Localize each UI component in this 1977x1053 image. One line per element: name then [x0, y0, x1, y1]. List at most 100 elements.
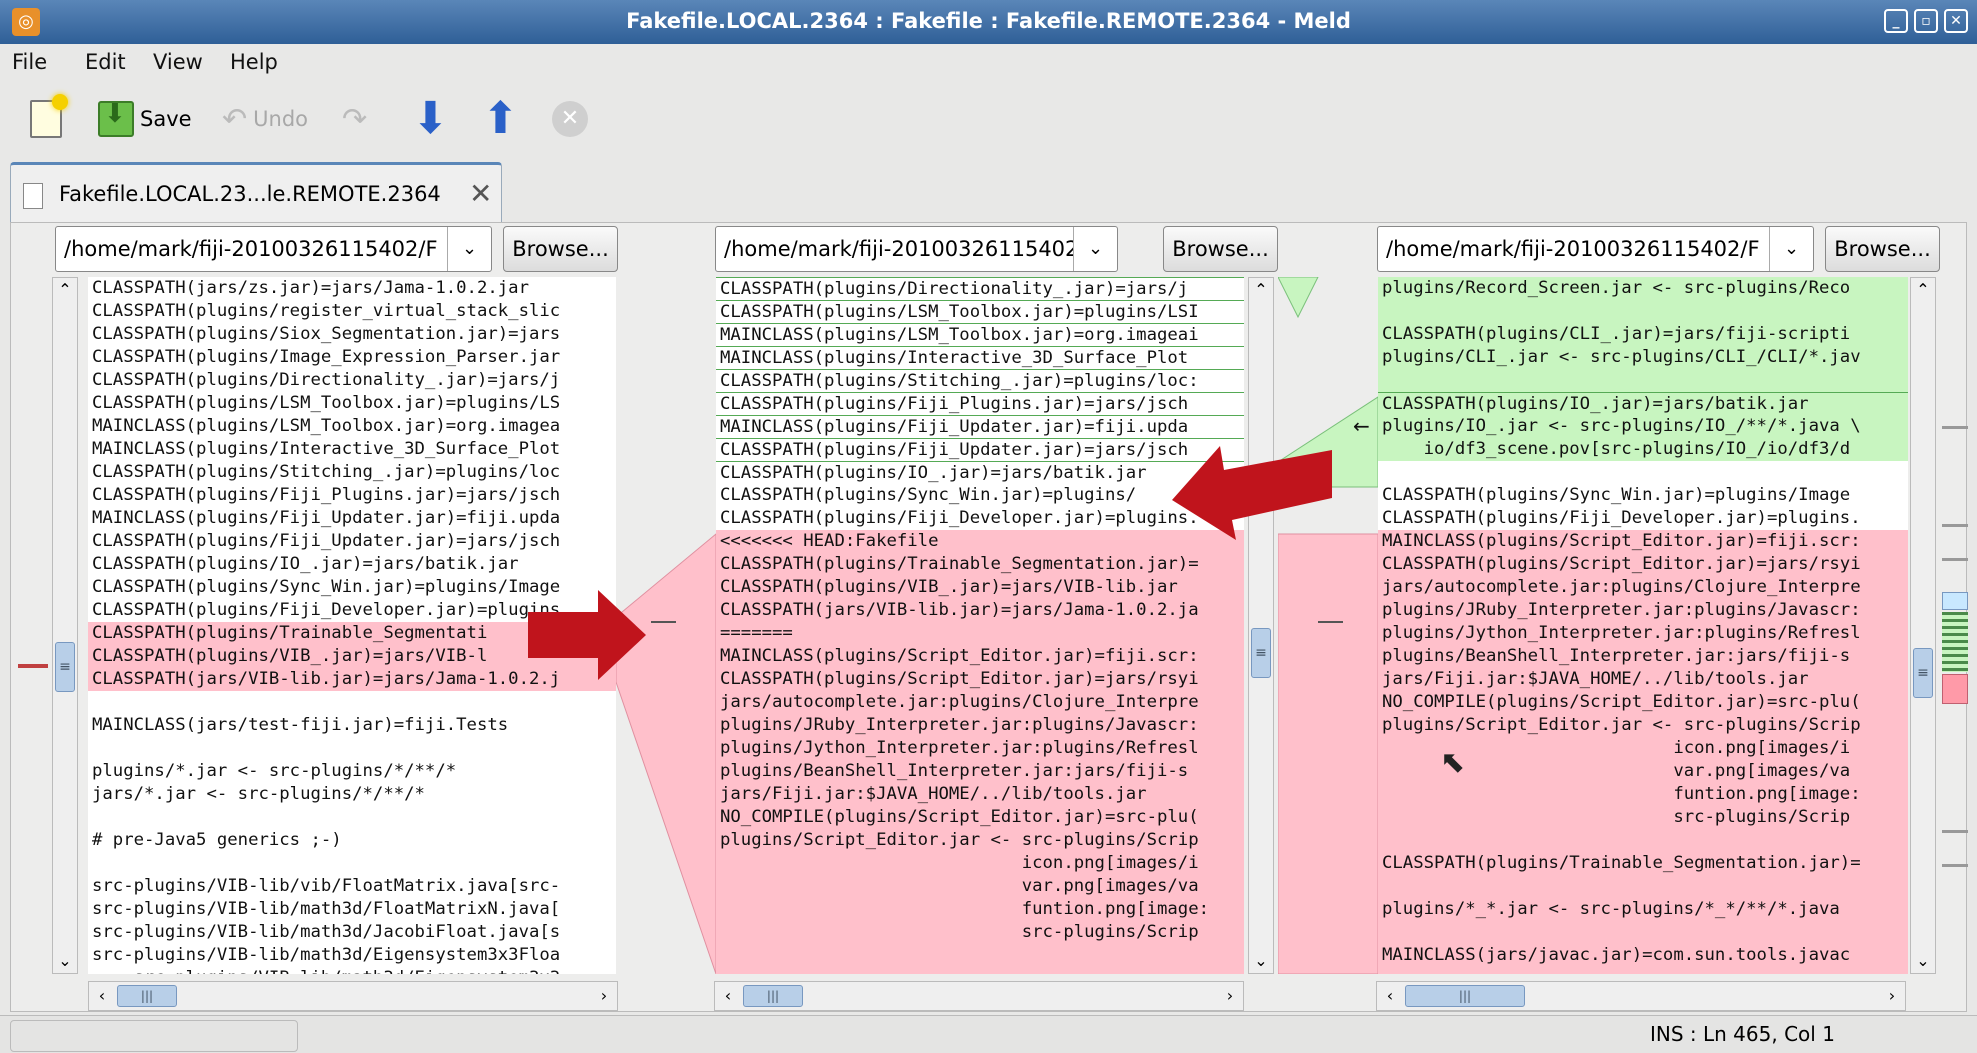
code-line[interactable] [1378, 967, 1908, 974]
code-line[interactable]: MAINCLASS(plugins/Fiji_Updater.jar)=fiji… [88, 507, 616, 530]
left-path-combo[interactable]: /home/mark/fiji-20100326115402/F ⌄ [55, 226, 492, 272]
code-line[interactable]: CLASSPATH(plugins/register_virtual_stack… [88, 300, 616, 323]
code-line[interactable]: jars/Fiji.jar:$JAVA_HOME/../lib/tools.ja… [716, 783, 1244, 806]
code-line[interactable]: CLASSPATH(plugins/LSM_Toolbox.jar)=plugi… [88, 392, 616, 415]
scroll-right-icon[interactable]: › [1217, 982, 1243, 1010]
scroll-thumb[interactable]: ≡ [1913, 648, 1933, 698]
code-line[interactable]: plugins/CLI_.jar <- src-plugins/CLI_/CLI… [1378, 346, 1908, 369]
middle-text-pane[interactable]: CLASSPATH(plugins/Directionality_.jar)=j… [716, 277, 1244, 974]
scroll-down-icon[interactable]: ⌄ [53, 949, 77, 973]
code-line[interactable]: CLASSPATH(plugins/Trainable_Segmentation… [716, 553, 1244, 576]
code-line[interactable]: funtion.png[image: [716, 898, 1244, 921]
code-line[interactable]: CLASSPATH(plugins/Directionality_.jar)=j… [88, 369, 616, 392]
code-line[interactable]: CLASSPATH(plugins/Fiji_Developer.jar)=pl… [1378, 507, 1908, 530]
menu-view[interactable]: View [153, 50, 203, 74]
scroll-thumb[interactable]: ≡ [1251, 628, 1271, 678]
scroll-up-icon[interactable]: ⌃ [1249, 278, 1273, 302]
code-line[interactable]: MAINCLASS(jars/javac.jar)=com.sun.tools.… [1378, 944, 1908, 967]
code-line[interactable]: src-plugins/VIB-lib/math3d/JacobiFloat.j… [88, 921, 616, 944]
code-line[interactable]: CLASSPATH(plugins/Script_Editor.jar)=jar… [1378, 553, 1908, 576]
code-line[interactable]: plugins/*_*.jar <- src-plugins/*_*/**/*.… [1378, 898, 1908, 921]
code-line[interactable]: CLASSPATH(plugins/Siox_Segmentation.jar)… [88, 323, 616, 346]
middle-horizontal-scrollbar[interactable]: ‹ ||| › [714, 981, 1244, 1011]
scroll-right-icon[interactable]: › [1879, 982, 1905, 1010]
scroll-thumb[interactable]: ||| [1405, 985, 1525, 1007]
code-line[interactable]: MAINCLASS(plugins/LSM_Toolbox.jar)=org.i… [716, 323, 1244, 346]
code-line[interactable] [88, 852, 616, 875]
code-line[interactable] [1378, 461, 1908, 484]
code-line[interactable]: CLASSPATH(plugins/Stitching_.jar)=plugin… [88, 461, 616, 484]
code-line[interactable] [1378, 300, 1908, 323]
scroll-left-icon[interactable]: ‹ [715, 982, 741, 1010]
code-line[interactable]: var.png[images/va [716, 875, 1244, 898]
right-path-combo[interactable]: /home/mark/fiji-20100326115402/F ⌄ [1377, 226, 1814, 272]
code-line[interactable]: CLASSPATH(plugins/Sync_Win.jar)=plugins/ [716, 484, 1244, 507]
code-line[interactable]: src-plugins/VIB-lib/math3d/Eigensystem3x… [88, 967, 616, 974]
scroll-thumb[interactable]: ||| [743, 985, 803, 1007]
code-line[interactable] [1378, 829, 1908, 852]
code-line[interactable]: CLASSPATH(plugins/Fiji_Plugins.jar)=jars… [88, 484, 616, 507]
code-line[interactable]: <<<<<<< HEAD:Fakefile [716, 530, 1244, 553]
code-line[interactable]: MAINCLASS(plugins/Fiji_Updater.jar)=fiji… [716, 415, 1244, 438]
code-line[interactable] [716, 967, 1244, 974]
chevron-down-icon[interactable]: ⌄ [1073, 227, 1117, 271]
scroll-up-icon[interactable]: ⌃ [1911, 278, 1935, 302]
code-line[interactable] [1378, 875, 1908, 898]
code-line[interactable]: jars/autocomplete.jar:plugins/Clojure_In… [716, 691, 1244, 714]
code-line[interactable]: MAINCLASS(jars/test-fiji.jar)=fiji.Tests [88, 714, 616, 737]
code-line[interactable] [1378, 921, 1908, 944]
middle-path-combo[interactable]: /home/mark/fiji-20100326115402/F ⌄ [715, 226, 1118, 272]
code-line[interactable]: CLASSPATH(plugins/IO_.jar)=jars/batik.ja… [88, 553, 616, 576]
right-browse-button[interactable]: Browse... [1825, 226, 1940, 272]
minimize-button[interactable]: _ [1884, 9, 1908, 33]
code-line[interactable]: plugins/Record_Screen.jar <- src-plugins… [1378, 277, 1908, 300]
code-line[interactable]: CLASSPATH(plugins/LSM_Toolbox.jar)=plugi… [716, 300, 1244, 323]
menu-file[interactable]: File [12, 50, 47, 74]
code-line[interactable]: # pre-Java5 generics ;-) [88, 829, 616, 852]
new-comparison-button[interactable] [30, 94, 68, 142]
tab-fakefile-comparison[interactable]: Fakefile.LOCAL.23...le.REMOTE.2364 ✕ [10, 162, 502, 224]
scroll-thumb[interactable]: ≡ [55, 642, 75, 692]
code-line[interactable]: jars/Fiji.jar:$JAVA_HOME/../lib/tools.ja… [1378, 668, 1908, 691]
code-line[interactable]: CLASSPATH(plugins/Trainable_Segmentation… [1378, 852, 1908, 875]
code-line[interactable]: plugins/JRuby_Interpreter.jar:plugins/Ja… [1378, 599, 1908, 622]
code-line[interactable]: src-plugins/Scrip [1378, 806, 1908, 829]
stop-button[interactable]: ✕ [552, 96, 588, 142]
right-horizontal-scrollbar[interactable]: ‹ ||| › [1376, 981, 1906, 1011]
code-line[interactable]: CLASSPATH(plugins/Fiji_Updater.jar)=jars… [716, 438, 1244, 461]
code-line[interactable]: CLASSPATH(plugins/IO_.jar)=jars/batik.ja… [1378, 392, 1908, 415]
code-line[interactable]: src-plugins/VIB-lib/math3d/FloatMatrixN.… [88, 898, 616, 921]
maximize-button[interactable]: ▫ [1914, 9, 1938, 33]
code-line[interactable]: MAINCLASS(plugins/LSM_Toolbox.jar)=org.i… [88, 415, 616, 438]
right-vertical-scrollbar[interactable]: ⌃ ≡ ⌄ [1910, 277, 1936, 974]
code-line[interactable]: plugins/*.jar <- src-plugins/*/**/* [88, 760, 616, 783]
close-window-button[interactable]: ✕ [1944, 9, 1968, 33]
scroll-right-icon[interactable]: › [591, 982, 617, 1010]
code-line[interactable]: MAINCLASS(plugins/Interactive_3D_Surface… [88, 438, 616, 461]
middle-browse-button[interactable]: Browse... [1163, 226, 1278, 272]
right-text-pane[interactable]: plugins/Record_Screen.jar <- src-plugins… [1378, 277, 1908, 974]
code-line[interactable]: CLASSPATH(plugins/Directionality_.jar)=j… [716, 277, 1244, 300]
code-line[interactable]: CLASSPATH(plugins/Script_Editor.jar)=jar… [716, 668, 1244, 691]
code-line[interactable]: plugins/IO_.jar <- src-plugins/IO_/**/*.… [1378, 415, 1908, 438]
scroll-left-icon[interactable]: ‹ [1377, 982, 1403, 1010]
middle-vertical-scrollbar[interactable]: ⌃ ≡ ⌄ [1248, 277, 1274, 974]
close-tab-icon[interactable]: ✕ [469, 177, 492, 210]
scroll-down-icon[interactable]: ⌄ [1249, 949, 1273, 973]
code-line[interactable]: src-plugins/VIB-lib/math3d/Eigensystem3x… [88, 944, 616, 967]
code-line[interactable]: io/df3_scene.pov[src-plugins/IO_/io/df3/… [1378, 438, 1908, 461]
code-line[interactable]: CLASSPATH(jars/zs.jar)=jars/Jama-1.0.2.j… [88, 277, 616, 300]
scroll-down-icon[interactable]: ⌄ [1911, 949, 1935, 973]
code-line[interactable] [88, 806, 616, 829]
scroll-up-icon[interactable]: ⌃ [53, 278, 77, 302]
code-line[interactable]: ======= [716, 622, 1244, 645]
code-line[interactable]: NO_COMPILE(plugins/Script_Editor.jar)=sr… [1378, 691, 1908, 714]
code-line[interactable]: plugins/BeanShell_Interpreter.jar:jars/f… [1378, 645, 1908, 668]
save-button[interactable]: Save [98, 96, 192, 142]
code-line[interactable]: src-plugins/Scrip [716, 921, 1244, 944]
code-line[interactable] [88, 691, 616, 714]
code-line[interactable]: plugins/Jython_Interpreter.jar:plugins/R… [716, 737, 1244, 760]
left-vertical-scrollbar[interactable]: ⌃ ≡ ⌄ [52, 277, 78, 974]
code-line[interactable] [88, 737, 616, 760]
code-line[interactable]: CLASSPATH(jars/VIB-lib.jar)=jars/Jama-1.… [716, 599, 1244, 622]
